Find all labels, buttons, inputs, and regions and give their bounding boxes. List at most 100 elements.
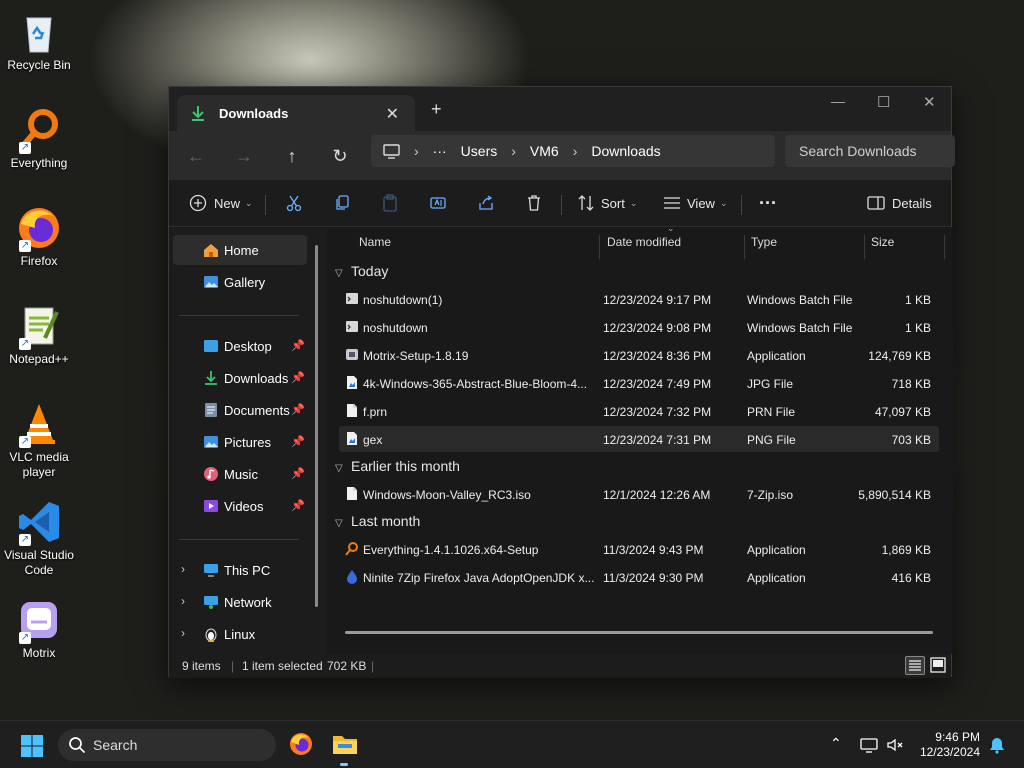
ninite-app-icon — [347, 570, 357, 584]
sidebar-item-this-pc[interactable]: › This PC — [173, 555, 307, 585]
chevron-up-icon[interactable]: ⌃ — [830, 735, 842, 752]
tiles-view-toggle[interactable] — [929, 656, 947, 674]
details-view-toggle[interactable] — [905, 656, 925, 675]
file-row[interactable]: f.prn 12/23/2024 7:32 PM PRN File 47,097… — [339, 398, 939, 424]
pin-icon[interactable]: 📌 — [291, 467, 305, 480]
file-row[interactable]: Ninite 7Zip Firefox Java AdoptOpenJDK x.… — [339, 564, 939, 590]
file-date: 12/23/2024 7:49 PM — [603, 377, 712, 391]
horizontal-scrollbar[interactable] — [345, 631, 933, 634]
batch-file-icon — [346, 293, 358, 304]
more-options-button[interactable]: ··· — [759, 191, 777, 215]
up-button[interactable]: ↑ — [279, 143, 305, 169]
address-bar[interactable]: › ··· Users › VM6 › Downloads — [371, 135, 775, 167]
paste-button[interactable] — [381, 191, 399, 215]
new-tab-button[interactable]: + — [431, 99, 442, 120]
desktop-icon-vscode[interactable]: ↗ Visual Studio Code — [0, 498, 78, 578]
close-window-button[interactable]: ✕ — [923, 93, 936, 111]
file-type: JPG File — [747, 377, 794, 391]
desktop-icon-everything[interactable]: ↗ Everything — [0, 106, 78, 171]
chevron-right-icon[interactable]: › — [181, 626, 185, 640]
group-header-today[interactable]: ▽ Today — [335, 263, 388, 279]
taskbar-search-box[interactable]: Search — [58, 729, 276, 761]
status-divider: | — [231, 659, 235, 673]
breadcrumb-overflow[interactable]: ··· — [433, 143, 447, 159]
maximize-button[interactable]: ☐ — [877, 93, 890, 111]
column-divider[interactable] — [944, 235, 945, 259]
tab-downloads[interactable]: Downloads ✕ — [177, 95, 415, 131]
network-status-icon[interactable] — [860, 736, 878, 754]
sidebar-item-network[interactable]: › Network — [173, 587, 307, 617]
forward-button[interactable]: → — [231, 143, 257, 169]
file-row[interactable]: Windows-Moon-Valley_RC3.iso 12/1/2024 12… — [339, 481, 939, 507]
pin-icon[interactable]: 📌 — [291, 499, 305, 512]
breadcrumb-vm6[interactable]: VM6 — [530, 143, 559, 159]
desktop-icon-notepad-plus-plus[interactable]: ↗ Notepad++ — [0, 302, 78, 367]
file-row-selected[interactable]: gex 12/23/2024 7:31 PM PNG File 703 KB — [339, 426, 939, 452]
column-divider[interactable] — [599, 235, 600, 259]
image-file-icon — [347, 376, 357, 389]
breadcrumb-users[interactable]: Users — [461, 143, 498, 159]
copy-button[interactable] — [333, 191, 351, 215]
details-button[interactable]: Details — [867, 191, 932, 215]
back-button[interactable]: ← — [183, 143, 209, 169]
pin-icon[interactable]: 📌 — [291, 339, 305, 352]
download-arrow-icon — [205, 371, 217, 385]
sidebar-label: This PC — [224, 563, 271, 578]
file-row[interactable]: Motrix-Setup-1.8.19 12/23/2024 8:36 PM A… — [339, 342, 939, 368]
search-input[interactable]: Search Downloads — [785, 135, 955, 167]
clock-time: 9:46 PM — [935, 730, 980, 744]
pin-icon[interactable]: 📌 — [291, 403, 305, 416]
group-header-earlier-this-month[interactable]: ▽ Earlier this month — [335, 458, 460, 474]
windows-logo-icon — [21, 735, 43, 757]
taskbar-file-explorer-button[interactable] — [332, 731, 358, 757]
taskbar-firefox-button[interactable] — [288, 731, 314, 757]
sidebar-scrollbar[interactable] — [315, 245, 318, 607]
pin-icon[interactable]: 📌 — [291, 435, 305, 448]
file-row[interactable]: Everything-1.4.1.1026.x64-Setup 11/3/202… — [339, 536, 939, 562]
sidebar-item-linux[interactable]: › Linux — [173, 619, 307, 649]
desktop-icon-recycle-bin[interactable]: Recycle Bin — [0, 8, 78, 73]
desktop-icon-vlc[interactable]: ↗ VLC media player — [0, 400, 78, 480]
sidebar-item-home[interactable]: Home — [173, 235, 307, 265]
delete-button[interactable] — [525, 191, 543, 215]
sidebar-item-videos[interactable]: Videos 📌 — [173, 491, 307, 521]
chevron-right-icon[interactable]: › — [181, 594, 185, 608]
sort-button[interactable]: Sort ⌄ — [577, 191, 637, 215]
column-header-size[interactable]: Size — [871, 235, 894, 249]
share-button[interactable] — [477, 191, 495, 215]
file-row[interactable]: 4k-Windows-365-Abstract-Blue-Bloom-4... … — [339, 370, 939, 396]
desktop-icon-firefox[interactable]: ↗ Firefox — [0, 204, 78, 269]
column-header-date[interactable]: Date modified — [607, 235, 681, 249]
pin-icon[interactable]: 📌 — [291, 371, 305, 384]
volume-muted-icon[interactable] — [886, 736, 904, 754]
cut-button[interactable] — [285, 191, 303, 215]
new-button[interactable]: New ⌄ — [189, 191, 253, 215]
column-divider[interactable] — [864, 235, 865, 259]
sidebar-item-gallery[interactable]: Gallery — [173, 267, 307, 297]
file-size: 703 KB — [891, 433, 931, 447]
file-row[interactable]: noshutdown(1) 12/23/2024 9:17 PM Windows… — [339, 286, 939, 312]
breadcrumb-downloads[interactable]: Downloads — [591, 143, 660, 159]
column-header-name[interactable]: Name — [359, 235, 391, 249]
file-row[interactable]: noshutdown 12/23/2024 9:08 PM Windows Ba… — [339, 314, 939, 340]
sidebar-item-downloads[interactable]: Downloads 📌 — [173, 363, 307, 393]
start-button[interactable] — [20, 734, 44, 758]
command-bar: New ⌄ Sort ⌄ View ⌄ ··· Details — [169, 181, 951, 227]
notification-bell-icon[interactable] — [988, 736, 1006, 754]
minimize-button[interactable]: — — [831, 93, 845, 109]
sidebar-item-documents[interactable]: Documents 📌 — [173, 395, 307, 425]
sidebar-item-pictures[interactable]: Pictures 📌 — [173, 427, 307, 457]
rename-button[interactable] — [429, 191, 447, 215]
sidebar-item-music[interactable]: Music 📌 — [173, 459, 307, 489]
desktop-icon-motrix[interactable]: ↗ Motrix — [0, 596, 78, 661]
sidebar-item-desktop[interactable]: Desktop 📌 — [173, 331, 307, 361]
system-clock[interactable]: 9:46 PM 12/23/2024 — [920, 730, 980, 760]
column-header-type[interactable]: Type — [751, 235, 777, 249]
shortcut-arrow-icon: ↗ — [19, 240, 31, 252]
column-divider[interactable] — [744, 235, 745, 259]
chevron-right-icon[interactable]: › — [181, 562, 185, 576]
group-header-last-month[interactable]: ▽ Last month — [335, 513, 420, 529]
close-tab-icon[interactable]: ✕ — [386, 104, 399, 124]
refresh-button[interactable]: ↻ — [327, 143, 353, 169]
view-button[interactable]: View ⌄ — [663, 191, 728, 215]
